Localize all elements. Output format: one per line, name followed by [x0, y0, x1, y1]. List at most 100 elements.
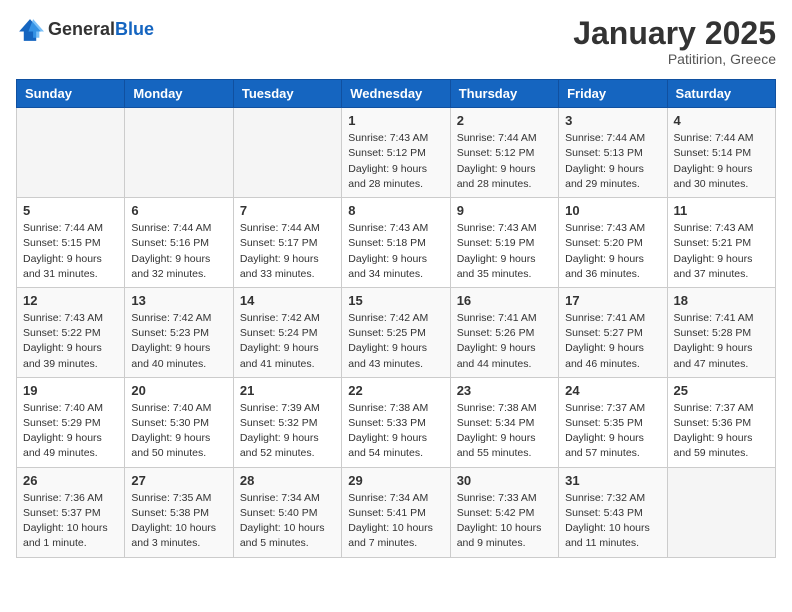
- cell-content: Sunrise: 7:36 AM Sunset: 5:37 PM Dayligh…: [23, 491, 118, 552]
- day-number: 28: [240, 473, 335, 488]
- day-number: 7: [240, 203, 335, 218]
- day-number: 22: [348, 383, 443, 398]
- day-number: 16: [457, 293, 552, 308]
- day-number: 19: [23, 383, 118, 398]
- calendar-cell: 15 Sunrise: 7:42 AM Sunset: 5:25 PM Dayli…: [342, 287, 450, 377]
- cell-content: Sunrise: 7:41 AM Sunset: 5:26 PM Dayligh…: [457, 311, 552, 372]
- cell-content: Sunrise: 7:42 AM Sunset: 5:23 PM Dayligh…: [131, 311, 226, 372]
- calendar-cell: [17, 108, 125, 198]
- day-number: 10: [565, 203, 660, 218]
- weekday-row: SundayMondayTuesdayWednesdayThursdayFrid…: [17, 80, 776, 108]
- calendar-cell: 1 Sunrise: 7:43 AM Sunset: 5:12 PM Daylig…: [342, 108, 450, 198]
- calendar-cell: 11Sunrise: 7:43 AM Sunset: 5:21 PM Dayli…: [667, 198, 775, 288]
- calendar-cell: 5Sunrise: 7:44 AM Sunset: 5:15 PM Daylig…: [17, 198, 125, 288]
- weekday-wednesday: Wednesday: [342, 80, 450, 108]
- calendar-cell: 9 Sunrise: 7:43 AM Sunset: 5:19 PM Daylig…: [450, 198, 558, 288]
- day-number: 14: [240, 293, 335, 308]
- cell-content: Sunrise: 7:40 AM Sunset: 5:30 PM Dayligh…: [131, 401, 226, 462]
- cell-content: Sunrise: 7:41 AM Sunset: 5:28 PM Dayligh…: [674, 311, 769, 372]
- day-number: 6: [131, 203, 226, 218]
- calendar-cell: 18 Sunrise: 7:41 AM Sunset: 5:28 PM Dayli…: [667, 287, 775, 377]
- day-number: 9: [457, 203, 552, 218]
- calendar-cell: 19 Sunrise: 7:40 AM Sunset: 5:29 PM Dayli…: [17, 377, 125, 467]
- cell-content: Sunrise: 7:43 AM Sunset: 5:19 PM Dayligh…: [457, 221, 552, 282]
- day-number: 13: [131, 293, 226, 308]
- cell-content: Sunrise: 7:32 AM Sunset: 5:43 PM Dayligh…: [565, 491, 660, 552]
- cell-content: Sunrise: 7:38 AM Sunset: 5:34 PM Dayligh…: [457, 401, 552, 462]
- day-number: 2: [457, 113, 552, 128]
- weekday-thursday: Thursday: [450, 80, 558, 108]
- calendar-cell: 22 Sunrise: 7:38 AM Sunset: 5:33 PM Dayli…: [342, 377, 450, 467]
- calendar-cell: 12 Sunrise: 7:43 AM Sunset: 5:22 PM Dayli…: [17, 287, 125, 377]
- calendar-cell: 31 Sunrise: 7:32 AM Sunset: 5:43 PM Dayli…: [559, 467, 667, 557]
- calendar-cell: 8 Sunrise: 7:43 AM Sunset: 5:18 PM Daylig…: [342, 198, 450, 288]
- calendar-cell: 17Sunrise: 7:41 AM Sunset: 5:27 PM Dayli…: [559, 287, 667, 377]
- weekday-sunday: Sunday: [17, 80, 125, 108]
- calendar-cell: 2 Sunrise: 7:44 AM Sunset: 5:12 PM Daylig…: [450, 108, 558, 198]
- calendar-cell: 14Sunrise: 7:42 AM Sunset: 5:24 PM Dayli…: [233, 287, 341, 377]
- week-row-5: 26 Sunrise: 7:36 AM Sunset: 5:37 PM Dayli…: [17, 467, 776, 557]
- calendar-cell: 28Sunrise: 7:34 AM Sunset: 5:40 PM Dayli…: [233, 467, 341, 557]
- day-number: 21: [240, 383, 335, 398]
- calendar-cell: 7 Sunrise: 7:44 AM Sunset: 5:17 PM Daylig…: [233, 198, 341, 288]
- day-number: 26: [23, 473, 118, 488]
- month-title: January 2025: [573, 16, 776, 51]
- day-number: 30: [457, 473, 552, 488]
- calendar: SundayMondayTuesdayWednesdayThursdayFrid…: [16, 79, 776, 557]
- logo-general: GeneralBlue: [48, 20, 154, 40]
- calendar-cell: 23 Sunrise: 7:38 AM Sunset: 5:34 PM Dayli…: [450, 377, 558, 467]
- cell-content: Sunrise: 7:38 AM Sunset: 5:33 PM Dayligh…: [348, 401, 443, 462]
- day-number: 31: [565, 473, 660, 488]
- day-number: 18: [674, 293, 769, 308]
- calendar-cell: 16 Sunrise: 7:41 AM Sunset: 5:26 PM Dayli…: [450, 287, 558, 377]
- day-number: 24: [565, 383, 660, 398]
- day-number: 12: [23, 293, 118, 308]
- cell-content: Sunrise: 7:44 AM Sunset: 5:16 PM Dayligh…: [131, 221, 226, 282]
- day-number: 29: [348, 473, 443, 488]
- calendar-body: 1 Sunrise: 7:43 AM Sunset: 5:12 PM Daylig…: [17, 108, 776, 557]
- calendar-cell: 26 Sunrise: 7:36 AM Sunset: 5:37 PM Dayli…: [17, 467, 125, 557]
- calendar-cell: 27Sunrise: 7:35 AM Sunset: 5:38 PM Dayli…: [125, 467, 233, 557]
- calendar-cell: 25Sunrise: 7:37 AM Sunset: 5:36 PM Dayli…: [667, 377, 775, 467]
- page-header: GeneralBlue January 2025 Patitirion, Gre…: [16, 16, 776, 67]
- location: Patitirion, Greece: [573, 51, 776, 67]
- day-number: 8: [348, 203, 443, 218]
- calendar-cell: [233, 108, 341, 198]
- cell-content: Sunrise: 7:37 AM Sunset: 5:35 PM Dayligh…: [565, 401, 660, 462]
- cell-content: Sunrise: 7:44 AM Sunset: 5:17 PM Dayligh…: [240, 221, 335, 282]
- cell-content: Sunrise: 7:41 AM Sunset: 5:27 PM Dayligh…: [565, 311, 660, 372]
- cell-content: Sunrise: 7:44 AM Sunset: 5:15 PM Dayligh…: [23, 221, 118, 282]
- calendar-cell: 24 Sunrise: 7:37 AM Sunset: 5:35 PM Dayli…: [559, 377, 667, 467]
- week-row-4: 19 Sunrise: 7:40 AM Sunset: 5:29 PM Dayli…: [17, 377, 776, 467]
- cell-content: Sunrise: 7:44 AM Sunset: 5:14 PM Dayligh…: [674, 131, 769, 192]
- cell-content: Sunrise: 7:44 AM Sunset: 5:12 PM Dayligh…: [457, 131, 552, 192]
- cell-content: Sunrise: 7:44 AM Sunset: 5:13 PM Dayligh…: [565, 131, 660, 192]
- cell-content: Sunrise: 7:33 AM Sunset: 5:42 PM Dayligh…: [457, 491, 552, 552]
- calendar-cell: 10 Sunrise: 7:43 AM Sunset: 5:20 PM Dayli…: [559, 198, 667, 288]
- weekday-saturday: Saturday: [667, 80, 775, 108]
- cell-content: Sunrise: 7:39 AM Sunset: 5:32 PM Dayligh…: [240, 401, 335, 462]
- day-number: 1: [348, 113, 443, 128]
- cell-content: Sunrise: 7:43 AM Sunset: 5:20 PM Dayligh…: [565, 221, 660, 282]
- logo: GeneralBlue: [16, 16, 154, 44]
- cell-content: Sunrise: 7:43 AM Sunset: 5:22 PM Dayligh…: [23, 311, 118, 372]
- calendar-cell: 13 Sunrise: 7:42 AM Sunset: 5:23 PM Dayli…: [125, 287, 233, 377]
- cell-content: Sunrise: 7:43 AM Sunset: 5:12 PM Dayligh…: [348, 131, 443, 192]
- day-number: 25: [674, 383, 769, 398]
- weekday-tuesday: Tuesday: [233, 80, 341, 108]
- calendar-cell: 29 Sunrise: 7:34 AM Sunset: 5:41 PM Dayli…: [342, 467, 450, 557]
- week-row-1: 1 Sunrise: 7:43 AM Sunset: 5:12 PM Daylig…: [17, 108, 776, 198]
- calendar-cell: 21 Sunrise: 7:39 AM Sunset: 5:32 PM Dayli…: [233, 377, 341, 467]
- day-number: 11: [674, 203, 769, 218]
- logo-icon: [16, 16, 44, 44]
- cell-content: Sunrise: 7:40 AM Sunset: 5:29 PM Dayligh…: [23, 401, 118, 462]
- calendar-cell: 30 Sunrise: 7:33 AM Sunset: 5:42 PM Dayli…: [450, 467, 558, 557]
- cell-content: Sunrise: 7:43 AM Sunset: 5:18 PM Dayligh…: [348, 221, 443, 282]
- week-row-3: 12 Sunrise: 7:43 AM Sunset: 5:22 PM Dayli…: [17, 287, 776, 377]
- calendar-cell: [125, 108, 233, 198]
- calendar-cell: 4Sunrise: 7:44 AM Sunset: 5:14 PM Daylig…: [667, 108, 775, 198]
- cell-content: Sunrise: 7:34 AM Sunset: 5:41 PM Dayligh…: [348, 491, 443, 552]
- day-number: 23: [457, 383, 552, 398]
- cell-content: Sunrise: 7:42 AM Sunset: 5:25 PM Dayligh…: [348, 311, 443, 372]
- day-number: 15: [348, 293, 443, 308]
